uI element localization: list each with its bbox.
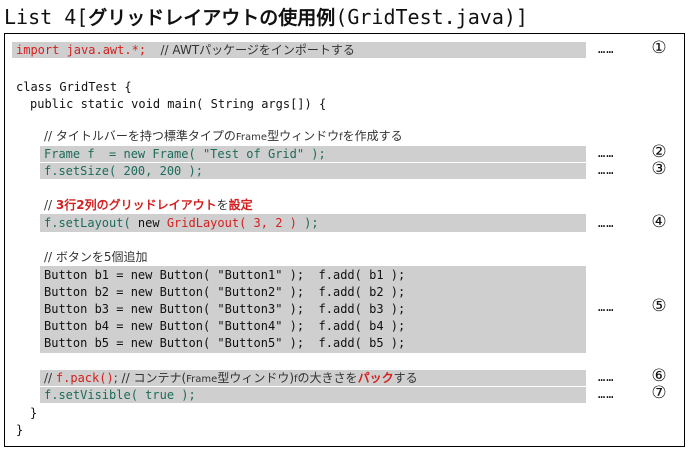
pack-a: //	[44, 371, 56, 385]
code-button-line-3: Button b3 = new Button( "Button3" ); f.a…	[44, 302, 406, 316]
callout-number-4: ④	[651, 212, 667, 232]
code-button-line-5: Button b5 = new Button( "Button5" ); f.a…	[44, 336, 406, 350]
dot-leader-7: ……	[598, 387, 615, 401]
code-setvisible-line: f.setVisible( true );	[44, 388, 196, 402]
pack-e: 型ウィンドウ)	[217, 371, 295, 385]
code-setsize-line: f.setSize( 200, 200 );	[44, 164, 203, 178]
callout-number-1: ①	[651, 38, 667, 58]
comment-frame-b: Frame	[235, 132, 268, 143]
pack-call: f.pack()	[55, 371, 114, 385]
import-statement: import java.awt.*;	[16, 43, 147, 57]
code-setlayout-line: f.setLayout( new GridLayout( 3, 2 ) );	[44, 215, 319, 231]
listing-title-jp: グリッドレイアウトの使用例	[88, 7, 336, 29]
setlayout-d: );	[296, 216, 319, 230]
dot-leader-5: ……	[598, 300, 615, 314]
comment-layout-b: 3行2列のグリッドレイアウト	[55, 198, 217, 212]
listing-title-suffix: (GridTest.java)]	[335, 5, 528, 29]
callout-number-5: ⑤	[651, 296, 667, 316]
code-button-line-4: Button b4 = new Button( "Button4" ); f.a…	[44, 319, 406, 333]
callout-number-7: ⑦	[651, 383, 667, 403]
comment-frame-line: // タイトルバーを持つ標準タイプのFrame型ウィンドウfを作成する	[44, 128, 403, 144]
import-comment: // AWTパッケージをインポートする	[160, 43, 355, 57]
code-class-decl: class GridTest {	[16, 80, 132, 94]
callout-number-3: ③	[651, 159, 667, 179]
code-import-line: import java.awt.*; // AWTパッケージをインポートする	[16, 42, 355, 58]
listing-title: List 4[グリッドレイアウトの使用例(GridTest.java)]	[4, 2, 528, 32]
pack-i: する	[393, 371, 418, 385]
setlayout-a: f.setLayout(	[44, 216, 138, 230]
comment-buttons-line: // ボタンを5個追加	[44, 250, 148, 264]
comment-frame-c: 型ウィンドウ	[267, 129, 340, 143]
setlayout-new: new	[137, 216, 160, 230]
comment-layout-d: 設定	[228, 198, 253, 212]
code-button-line-1: Button b1 = new Button( "Button1" ); f.a…	[44, 268, 406, 282]
dot-leader-6: ……	[598, 370, 615, 384]
pack-d: Frame	[186, 374, 218, 385]
comment-frame-e: を作成する	[342, 129, 403, 143]
dot-leader-4: ……	[598, 216, 615, 230]
setlayout-gridlayout: GridLayout( 3, 2 )	[159, 216, 297, 230]
code-main-decl: public static void main( String args[]) …	[30, 97, 327, 111]
pack-g: の大きさを	[297, 371, 358, 385]
dot-leader-1: ……	[598, 42, 615, 56]
comment-frame-a: // タイトルバーを持つ標準タイプの	[44, 129, 236, 143]
pack-c: ; // コンテナ(	[113, 371, 187, 385]
comment-layout-a: //	[44, 198, 56, 212]
comment-layout-line: // 3行2列のグリッドレイアウトを設定	[44, 197, 253, 213]
pack-h: パック	[357, 371, 394, 385]
code-close-main: }	[30, 406, 38, 420]
dot-leader-2: ……	[598, 146, 615, 160]
code-pack-line: // f.pack(); // コンテナ(Frame型ウィンドウ)fの大きさをパ…	[44, 370, 418, 386]
dot-leader-3: ……	[598, 163, 615, 177]
comment-layout-c: を	[216, 198, 229, 212]
code-frame-line: Frame f = new Frame( "Test of Grid" );	[44, 147, 326, 161]
listing-title-prefix: List 4[	[4, 5, 89, 29]
code-close-class: }	[16, 423, 24, 437]
code-button-line-2: Button b2 = new Button( "Button2" ); f.a…	[44, 285, 406, 299]
